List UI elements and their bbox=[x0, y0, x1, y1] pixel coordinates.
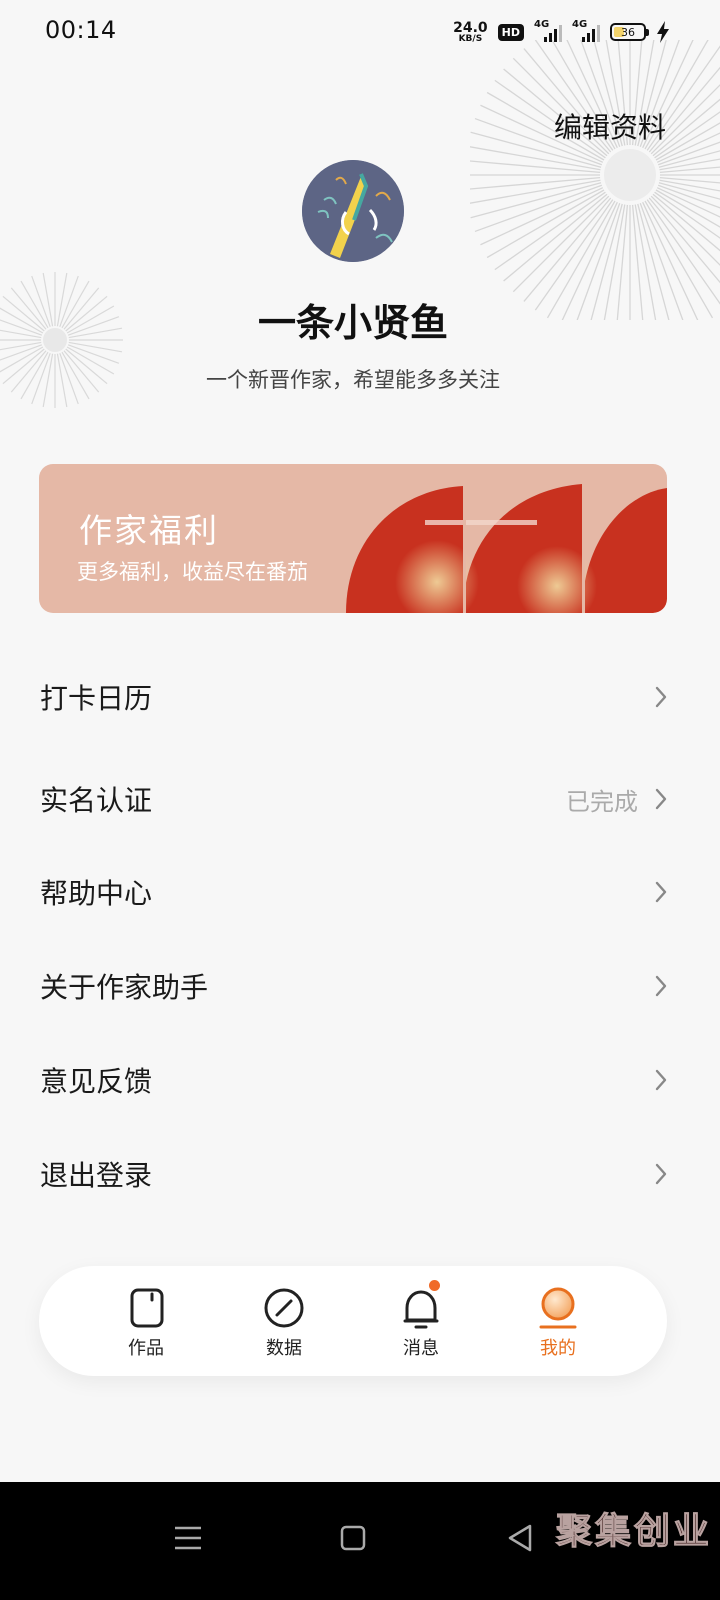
home-icon[interactable] bbox=[333, 1518, 373, 1558]
network-speed: 24.0 KB/S bbox=[453, 21, 488, 44]
tab-label: 消息 bbox=[403, 1338, 439, 1359]
signal-icon: 4G bbox=[534, 20, 562, 44]
chevron-right-icon bbox=[655, 686, 667, 708]
charging-icon bbox=[657, 21, 669, 43]
menu-item-label: 打卡日历 bbox=[40, 682, 153, 715]
menu-icon[interactable] bbox=[168, 1518, 208, 1558]
signal-icon-secondary: 4G bbox=[572, 20, 600, 44]
menu-item-label: 意见反馈 bbox=[40, 1065, 153, 1098]
tab-label: 我的 bbox=[540, 1338, 576, 1359]
bottom-nav: 作品 数据 消息 我的 bbox=[39, 1266, 667, 1376]
menu-item-help-center[interactable]: 帮助中心 bbox=[40, 856, 668, 928]
bamboo-avatar-icon bbox=[302, 160, 404, 262]
banner-title: 作家福利 bbox=[79, 511, 219, 550]
status-time: 00:14 bbox=[45, 16, 117, 44]
battery-level: 36 bbox=[621, 25, 635, 39]
menu-item-real-name-verification[interactable]: 实名认证 已完成 bbox=[40, 763, 668, 835]
writer-welfare-banner[interactable]: 作家福利 更多福利，收益尽在番茄 bbox=[39, 464, 667, 613]
tab-label: 数据 bbox=[266, 1338, 302, 1359]
tab-messages[interactable]: 消息 bbox=[376, 1280, 466, 1362]
avatar[interactable] bbox=[302, 160, 404, 262]
menu-item-logout[interactable]: 退出登录 bbox=[40, 1138, 668, 1210]
works-icon bbox=[130, 1288, 164, 1328]
tab-works[interactable]: 作品 bbox=[101, 1286, 191, 1362]
username: 一条小贤鱼 bbox=[257, 301, 448, 345]
starburst-decoration-right bbox=[470, 40, 720, 320]
network-speed-value: 24.0 bbox=[453, 19, 488, 36]
menu-item-about[interactable]: 关于作家助手 bbox=[40, 950, 668, 1022]
tab-label: 作品 bbox=[128, 1338, 164, 1359]
menu-item-label: 关于作家助手 bbox=[40, 971, 209, 1004]
network-speed-unit: KB/S bbox=[458, 33, 483, 44]
tab-data[interactable]: 数据 bbox=[239, 1286, 329, 1362]
menu-item-checkin-calendar[interactable]: 打卡日历 bbox=[40, 661, 668, 733]
menu-item-label: 实名认证 bbox=[40, 784, 153, 817]
hd-icon: HD bbox=[497, 23, 524, 41]
edit-profile-button[interactable]: 编辑资料 bbox=[554, 106, 666, 146]
verification-status: 已完成 bbox=[566, 787, 638, 816]
menu-item-feedback[interactable]: 意见反馈 bbox=[40, 1044, 668, 1116]
watermark-text: 聚集创业 bbox=[555, 1510, 712, 1553]
chevron-right-icon bbox=[655, 881, 667, 903]
bell-icon bbox=[403, 1290, 439, 1329]
back-icon[interactable] bbox=[500, 1518, 540, 1558]
status-icons: 24.0 KB/S HD 4G 4G 36 bbox=[453, 18, 670, 46]
bio: 一个新晋作家，希望能多多关注 bbox=[206, 368, 500, 392]
chevron-right-icon bbox=[655, 1069, 667, 1091]
notification-dot bbox=[429, 1280, 440, 1291]
menu-item-label: 退出登录 bbox=[40, 1159, 153, 1192]
menu-item-label: 帮助中心 bbox=[40, 877, 153, 910]
profile-icon bbox=[539, 1287, 577, 1329]
chevron-right-icon bbox=[655, 975, 667, 997]
tab-profile[interactable]: 我的 bbox=[513, 1286, 603, 1362]
chevron-right-icon bbox=[655, 1163, 667, 1185]
system-nav-bar: 聚集创业 bbox=[0, 1482, 720, 1600]
data-icon bbox=[264, 1288, 304, 1328]
battery-icon: 36 bbox=[610, 23, 649, 41]
banner-subtitle: 更多福利，收益尽在番茄 bbox=[77, 560, 308, 584]
status-bar: 00:14 24.0 KB/S HD 4G 4G 36 bbox=[0, 0, 720, 64]
chevron-right-icon bbox=[655, 788, 667, 810]
